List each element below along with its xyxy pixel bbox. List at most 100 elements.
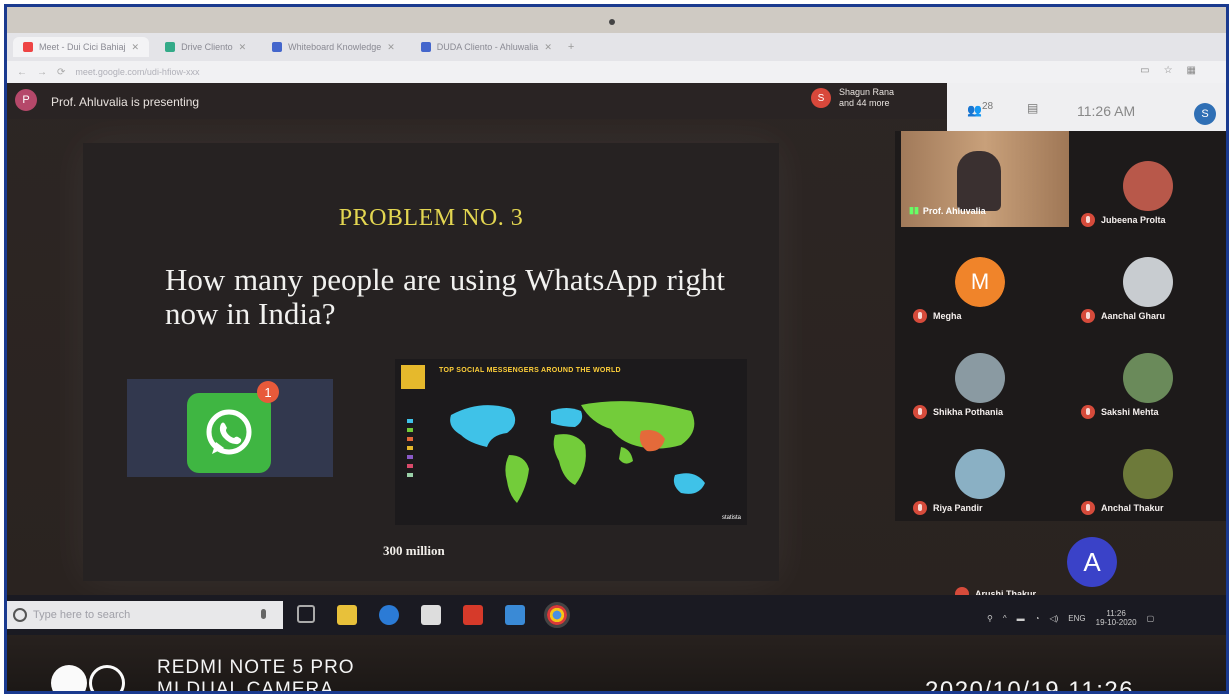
participant-photo-avatar — [1123, 353, 1173, 403]
mic-muted-icon — [1081, 213, 1095, 227]
tab-label: Whiteboard Knowledge — [288, 42, 382, 52]
presenting-label: Prof. Ahluvalia is presenting — [51, 95, 200, 109]
wifi-icon[interactable]: ◔ — [1035, 614, 1040, 623]
close-icon[interactable]: ✕ — [132, 42, 140, 53]
mic-muted-icon — [1081, 501, 1095, 515]
volume-icon[interactable]: ◁) — [1049, 614, 1058, 623]
meet-clock: 11:26 AM — [1077, 103, 1136, 119]
tab-duda[interactable]: DUDA Cliento - Ahluwalia ✕ — [411, 37, 562, 57]
close-icon[interactable]: ✕ — [239, 42, 247, 53]
participant-photo-avatar — [1123, 449, 1173, 499]
participant-name: Jubeena Prolta — [1101, 215, 1166, 225]
camera-label: MI DUAL CAMERA — [157, 679, 334, 694]
tab-drive[interactable]: Drive Cliento ✕ — [155, 37, 256, 57]
reload-icon[interactable]: ⟳ — [57, 67, 65, 78]
mic-muted-icon — [913, 309, 927, 323]
slide-title: PROBLEM NO. 3 — [338, 205, 524, 231]
participant-photo-avatar — [1123, 161, 1173, 211]
tab-whiteboard[interactable]: Whiteboard Knowledge ✕ — [262, 37, 405, 57]
taskbar-clock[interactable]: 11:26 19-10-2020 — [1096, 609, 1137, 627]
chat-icon[interactable]: ▤ — [1027, 101, 1038, 115]
statista-logo-icon — [401, 365, 425, 389]
participant-tile[interactable]: Shikha Pothania — [903, 333, 1063, 421]
star-icon[interactable]: ☆ — [1164, 65, 1173, 76]
new-tab-icon[interactable]: + — [568, 41, 574, 53]
participant-name: Aanchal Gharu — [1101, 311, 1166, 321]
participant-count: 28 — [981, 101, 994, 112]
tab-label: Drive Cliento — [181, 42, 233, 52]
browser-tab-strip: Meet - Dui Cici Bahiaj ✕ Drive Cliento ✕ W… — [7, 33, 1226, 61]
world-map-image: TOP SOCIAL MESSENGERS AROUND THE WORLD s… — [395, 359, 747, 525]
url-field[interactable]: meet.google.com/udi-hfiow-xxx — [75, 67, 199, 77]
battery-icon[interactable]: ▬ — [1017, 614, 1025, 623]
mcafee-icon[interactable] — [463, 605, 483, 625]
microphone-icon[interactable] — [261, 609, 266, 619]
close-icon[interactable]: ✕ — [544, 42, 552, 53]
notification-icon[interactable]: ▢ — [1147, 614, 1155, 623]
mail-icon[interactable] — [505, 605, 525, 625]
taskbar-search-box[interactable]: Type here to search — [7, 601, 283, 629]
file-explorer-icon[interactable] — [337, 605, 357, 625]
viewer-name: Shagun Rana — [839, 87, 895, 97]
mic-muted-icon — [1081, 309, 1095, 323]
edge-icon[interactable] — [379, 605, 399, 625]
person-icon[interactable]: ⚲ — [987, 614, 993, 623]
map-legend — [407, 419, 421, 482]
self-avatar[interactable]: S — [1194, 103, 1216, 125]
presenter-video-tile[interactable]: ▮▮ Prof. Ahluvalia — [901, 131, 1069, 227]
speaking-icon: ▮▮ — [909, 205, 919, 215]
participant-photo-avatar — [955, 449, 1005, 499]
participant-name: Anchal Thakur — [1101, 503, 1164, 513]
participant-tile[interactable]: Sakshi Mehta — [1071, 333, 1226, 421]
meet-toolbar: 👥28 ▤ 11:26 AM S — [947, 83, 1226, 131]
tab-meet[interactable]: Meet - Dui Cici Bahiaj ✕ — [13, 37, 150, 57]
participant-letter-avatar: A — [1067, 537, 1117, 587]
participant-tile[interactable]: Jubeena Prolta — [1071, 141, 1226, 229]
notification-badge: 1 — [257, 381, 279, 403]
world-map-graphic — [450, 401, 705, 503]
participant-tile[interactable]: A — [1015, 517, 1175, 605]
participants-grid: ▮▮ Prof. Ahluvalia Jubeena Prolta M Megha… — [895, 131, 1226, 521]
mic-muted-icon — [913, 501, 927, 515]
people-icon[interactable]: 👥28 — [967, 101, 993, 117]
system-tray: ⚲ ^ ▬ ◔ ◁) ENG 11:26 19-10-2020 ▢ — [987, 609, 1154, 627]
doc-favicon-icon — [420, 42, 431, 52]
participant-tile[interactable]: Riya Pandir — [903, 429, 1063, 517]
presenter-avatar: P — [15, 89, 37, 111]
participant-photo-avatar — [955, 353, 1005, 403]
store-icon[interactable] — [421, 605, 441, 625]
viewer-avatar: S — [811, 88, 831, 108]
mic-muted-icon — [913, 405, 927, 419]
slide-question: How many people are using WhatsApp right… — [165, 262, 725, 331]
chevron-up-icon[interactable]: ^ — [1003, 614, 1007, 623]
map-title: TOP SOCIAL MESSENGERS AROUND THE WORLD — [439, 367, 621, 374]
participant-tile[interactable]: M Megha — [903, 237, 1063, 325]
presented-slide: PROBLEM NO. 3 How many people are using … — [83, 143, 779, 581]
forward-icon[interactable]: → — [37, 67, 47, 78]
close-icon[interactable]: ✕ — [387, 42, 395, 53]
tab-label: Meet - Dui Cici Bahiaj — [39, 42, 126, 52]
task-view-icon[interactable] — [297, 605, 315, 623]
camera-logo-icon — [51, 665, 125, 691]
extensions-icon[interactable]: ▦ — [1187, 65, 1196, 76]
webcam-dot — [609, 19, 615, 25]
participant-name: Shikha Pothania — [933, 407, 1004, 417]
cast-icon[interactable]: ▭ — [1140, 65, 1149, 76]
participant-name: Riya Pandir — [933, 503, 983, 513]
search-icon — [13, 608, 27, 622]
taskbar-apps — [297, 602, 570, 628]
viewers-indicator[interactable]: S Shagun Rana and 44 more — [811, 87, 894, 109]
back-icon[interactable]: ← — [17, 67, 27, 78]
chrome-icon[interactable] — [544, 602, 570, 628]
doc-favicon-icon — [272, 42, 283, 52]
language-indicator[interactable]: ENG — [1068, 614, 1085, 623]
device-model: REDMI NOTE 5 PRO — [157, 657, 355, 678]
presenter-name: Prof. Ahluvalia — [922, 205, 986, 216]
whatsapp-image: 1 — [127, 379, 333, 477]
presenter-silhouette — [957, 151, 1001, 211]
participant-tile[interactable]: Aanchal Gharu — [1071, 237, 1226, 325]
drive-favicon-icon — [165, 42, 176, 52]
photo-timestamp: 2020/10/19 11:26 — [925, 677, 1135, 694]
participant-name: Megha — [933, 311, 962, 321]
participant-tile[interactable]: Anchal Thakur — [1071, 429, 1226, 517]
